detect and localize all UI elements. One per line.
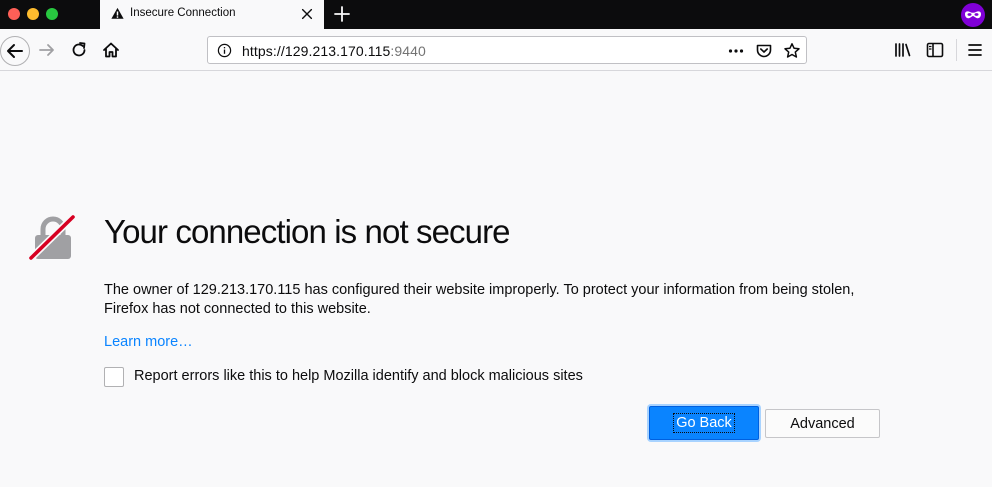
pocket-icon[interactable] (755, 42, 773, 60)
bookmark-star-icon[interactable] (783, 42, 801, 60)
url-bar[interactable]: https://129.213.170.115:9440 (207, 36, 807, 64)
go-back-button[interactable]: Go Back (649, 406, 759, 440)
report-errors-label[interactable]: Report errors like this to help Mozilla … (134, 368, 583, 384)
error-title: Your connection is not secure (104, 213, 511, 250)
warning-icon (111, 7, 124, 19)
window-maximize-button[interactable] (46, 8, 58, 20)
reload-icon[interactable] (69, 40, 89, 60)
navigation-toolbar: https://129.213.170.115:9440 (0, 29, 992, 71)
advanced-button[interactable]: Advanced (765, 409, 880, 438)
toolbar-separator (956, 39, 957, 61)
url-port: :9440 (390, 43, 426, 59)
back-icon (7, 44, 23, 58)
sidebar-icon[interactable] (925, 40, 945, 60)
tab-title: Insecure Connection (130, 7, 236, 19)
url-text[interactable]: https://129.213.170.115:9440 (242, 43, 426, 59)
forward-icon[interactable] (37, 40, 57, 60)
error-description: The owner of 129.213.170.115 has configu… (104, 282, 855, 317)
broken-lock-icon (28, 212, 78, 262)
window-close-button[interactable] (8, 8, 20, 20)
window-minimize-button[interactable] (27, 8, 39, 20)
report-errors-checkbox[interactable] (104, 367, 124, 387)
page-actions-icon[interactable] (727, 42, 745, 60)
back-button[interactable] (0, 36, 30, 66)
library-icon[interactable] (893, 40, 913, 60)
home-icon[interactable] (101, 40, 121, 60)
go-back-label: Go Back (673, 413, 735, 433)
url-host: https://129.213.170.115 (242, 43, 391, 59)
close-icon[interactable] (300, 7, 314, 21)
tab-strip: Insecure Connection (0, 0, 992, 29)
new-tab-icon[interactable] (333, 5, 351, 23)
private-browsing-icon (961, 3, 985, 27)
tab-active[interactable]: Insecure Connection (100, 0, 324, 29)
info-icon[interactable] (217, 43, 232, 58)
menu-icon[interactable] (965, 40, 985, 60)
learn-more-link[interactable]: Learn more… (104, 334, 193, 350)
